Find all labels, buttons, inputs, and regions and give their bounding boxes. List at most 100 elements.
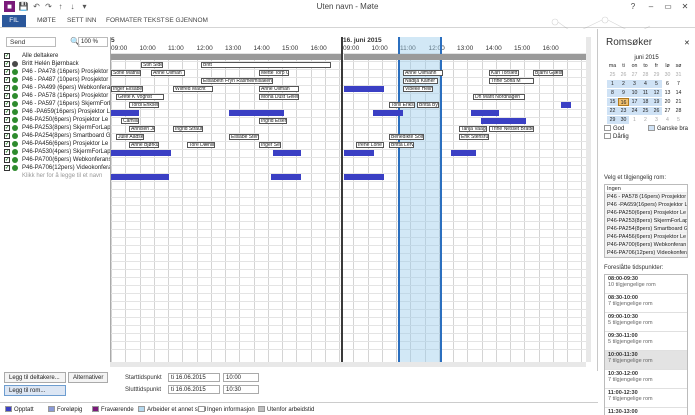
calendar-day[interactable]: 18 xyxy=(640,98,651,106)
calendar-day[interactable]: 20 xyxy=(662,98,673,106)
attendee-row[interactable]: ✓ P46 - PA578 (16pers) Prosjektor Le xyxy=(4,92,110,100)
room-item[interactable]: P46-PA706(12pers) Videokonferan xyxy=(605,249,687,257)
calendar-day[interactable]: 14 xyxy=(673,89,684,97)
calendar-day[interactable]: 22 xyxy=(607,107,618,115)
suggested-slot[interactable]: 11:30-13:008 tilgjengelige rom xyxy=(605,408,687,415)
calendar-day[interactable]: 9 xyxy=(618,89,629,97)
calendar-day[interactable]: 4 xyxy=(640,80,651,88)
attendee-checkbox[interactable]: ✓ xyxy=(4,69,10,75)
start-date-input[interactable]: ti 16.06.2015 xyxy=(168,373,220,382)
all-attendees-row[interactable]: ✓ Alle deltakere xyxy=(4,52,110,60)
room-item[interactable]: P46-PA250(6pers) Prosjektor Le xyxy=(605,209,687,217)
attendee-checkbox[interactable]: ✓ xyxy=(4,109,10,115)
calendar-day[interactable]: 12 xyxy=(651,89,662,97)
attendee-checkbox[interactable]: ✓ xyxy=(4,125,10,131)
attendee-row[interactable]: ✓ P46 - PA478 (16pers) Prosjektor Le xyxy=(4,68,110,76)
calendar-day[interactable]: 2 xyxy=(640,116,651,124)
calendar-day[interactable]: 30 xyxy=(618,116,629,124)
suggested-slot[interactable]: 09:30-11:00 5 tilgjengelige rom xyxy=(605,332,687,351)
freebusy-grid[interactable]: 5 16. juni 2015 09:00 10:00 11:00 12:00 13:0… xyxy=(110,37,586,362)
zoom-select[interactable]: 100 % xyxy=(78,37,108,47)
horizontal-scrollbar[interactable] xyxy=(110,362,586,367)
room-list[interactable]: Ingen P46 - PA578 (16pers) Prosjektor P46 … xyxy=(604,184,688,258)
calendar-day[interactable]: 10 xyxy=(629,89,640,97)
attendee-row[interactable]: ✓ P46-PA706(12pers) Videokonferan xyxy=(4,164,110,172)
room-item[interactable]: P46-PA254(8pers) Smartboard G xyxy=(605,225,687,233)
checkbox[interactable]: ✓ xyxy=(4,53,10,59)
calendar-day[interactable]: 28 xyxy=(640,71,651,79)
calendar-day[interactable]: 2 xyxy=(618,80,629,88)
attendee-row[interactable]: ✓ P46-PA254(8pers) Smartboard G xyxy=(4,132,110,140)
attendee-checkbox[interactable]: ✓ xyxy=(4,101,10,107)
tab-insert[interactable]: SETT INN xyxy=(63,15,101,27)
calendar-day[interactable]: 13 xyxy=(662,89,673,97)
tab-file[interactable]: FIL xyxy=(2,15,26,27)
calendar-day[interactable]: 3 xyxy=(629,80,640,88)
attendee-checkbox[interactable]: ✓ xyxy=(4,77,10,83)
calendar-day[interactable]: 17 xyxy=(629,98,640,106)
calendar-day[interactable]: 25 xyxy=(607,71,618,79)
end-date-input[interactable]: ti 16.06.2015 xyxy=(168,385,220,394)
calendar-day[interactable]: 1 xyxy=(607,80,618,88)
add-attendee-row[interactable]: Klikk her for å legge til et navn xyxy=(4,172,110,180)
vertical-scrollbar[interactable] xyxy=(586,37,591,362)
add-attendee-hint[interactable]: Klikk her for å legge til et navn xyxy=(22,172,102,180)
suggested-slot[interactable]: 10:00-11:30 7 tilgjengelige rom xyxy=(605,351,687,370)
attendee-row[interactable]: ✓ P46-PA250(6pers) Prosjektor Le xyxy=(4,116,110,124)
attendee-checkbox[interactable]: ✓ xyxy=(4,61,10,67)
attendee-checkbox[interactable]: ✓ xyxy=(4,141,10,147)
attendee-row[interactable]: ✓ P46-PA456(6pers) Prosjektor Le xyxy=(4,140,110,148)
calendar-day[interactable]: 6 xyxy=(662,80,673,88)
room-item[interactable]: P46-PA456(6pers) Prosjektor Le xyxy=(605,233,687,241)
calendar-day[interactable]: 4 xyxy=(662,116,673,124)
tab-meeting[interactable]: MØTE xyxy=(33,15,60,27)
tab-review[interactable]: SE GJENNOM xyxy=(161,15,212,27)
calendar-day[interactable]: 30 xyxy=(662,71,673,79)
calendar-day[interactable]: 23 xyxy=(618,107,629,115)
suggested-slot[interactable]: 08:00-09:30 10 tilgjengelige rom xyxy=(605,275,687,294)
close-button[interactable]: ✕ xyxy=(678,1,692,13)
calendar-day[interactable]: 5 xyxy=(673,116,684,124)
suggested-slot[interactable]: 08:30-10:00 7 tilgjengelige rom xyxy=(605,294,687,313)
calendar-day[interactable]: 7 xyxy=(673,80,684,88)
calendar-day[interactable]: 15 xyxy=(607,98,618,106)
restore-button[interactable]: ▭ xyxy=(661,1,675,13)
attendee-row[interactable]: ✓ P46 -PA659(16pers) Prosjektor Le xyxy=(4,108,110,116)
close-pane-icon[interactable]: ✕ xyxy=(684,39,690,47)
attendee-checkbox[interactable]: ✓ xyxy=(4,149,10,155)
calendar-day[interactable]: 1 xyxy=(629,116,640,124)
room-item[interactable]: P46-PA253(8pers) SkjermForLapt xyxy=(605,217,687,225)
suggested-slot[interactable]: 09:00-10:30 5 tilgjengelige rom xyxy=(605,313,687,332)
room-item[interactable]: P46 -PA659(16pers) Prosjektor Le xyxy=(605,201,687,209)
minimize-button[interactable]: – xyxy=(644,1,658,13)
calendar-day[interactable]: 3 xyxy=(651,116,662,124)
attendee-row[interactable]: ✓ P46-PA700(6pers) Webkonferans xyxy=(4,156,110,164)
attendee-checkbox[interactable]: ✓ xyxy=(4,165,10,171)
calendar-day[interactable]: 29 xyxy=(607,116,618,124)
attendee-checkbox[interactable]: ✓ xyxy=(4,133,10,139)
attendee-row[interactable]: ✓ Britt Helén Bjørnback xyxy=(4,60,110,68)
calendar-day[interactable]: 8 xyxy=(607,89,618,97)
calendar-day[interactable]: 26 xyxy=(651,107,662,115)
attendee-checkbox[interactable]: ✓ xyxy=(4,93,10,99)
calendar-day[interactable]: 21 xyxy=(673,98,684,106)
end-time-input[interactable]: 10:30 xyxy=(223,385,259,394)
suggested-slot[interactable]: 11:00-12:30 7 tilgjengelige rom xyxy=(605,389,687,408)
attendee-row[interactable]: ✓ P46 - PA487 (10pers) Prosjektor Le xyxy=(4,76,110,84)
room-item[interactable]: P46 - PA578 (16pers) Prosjektor xyxy=(605,193,687,201)
attendee-checkbox[interactable]: ✓ xyxy=(4,85,10,91)
room-item[interactable]: Ingen xyxy=(605,185,687,193)
calendar-day[interactable]: 27 xyxy=(662,107,673,115)
calendar-day[interactable]: 28 xyxy=(673,107,684,115)
calendar-day[interactable]: 25 xyxy=(640,107,651,115)
calendar-day[interactable]: 31 xyxy=(673,71,684,79)
add-attendees-button[interactable]: Legg til deltakere... xyxy=(4,372,66,383)
attendee-checkbox[interactable]: ✓ xyxy=(4,117,10,123)
add-room-button[interactable]: Legg til rom... xyxy=(4,385,66,396)
calendar-day[interactable]: 11 xyxy=(640,89,651,97)
calendar-day[interactable]: 24 xyxy=(629,107,640,115)
calendar-day[interactable]: 29 xyxy=(651,71,662,79)
calendar-day[interactable]: 16 xyxy=(618,98,629,106)
calendar-day[interactable]: 19 xyxy=(651,98,662,106)
attendee-row[interactable]: ✓ P46 - PA499 (6pers) Webkonferan xyxy=(4,84,110,92)
